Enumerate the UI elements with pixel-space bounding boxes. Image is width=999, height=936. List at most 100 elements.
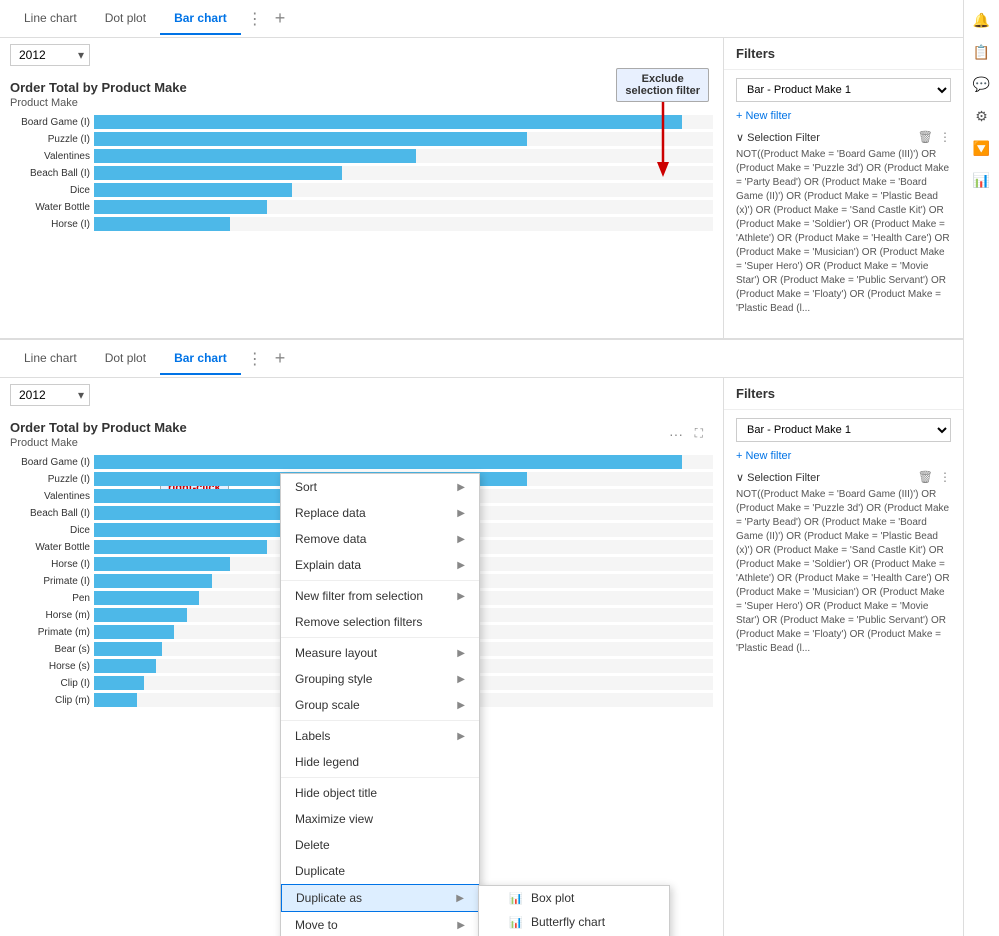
top-year-dropdown[interactable]: 2012 [10,44,90,66]
sidebar-icon-gear[interactable]: ⚙ [970,104,994,128]
sidebar-icon-clipboard[interactable]: 📋 [970,40,994,64]
sub-butterfly-chart[interactable]: 📊 Butterfly chart [479,910,669,934]
bar-label: Clip (m) [10,695,90,706]
bottom-chart-expand[interactable]: ⛶ [695,426,703,441]
context-menu: Sort ▶ Replace data ▶ Remove data ▶ Ex [280,473,480,936]
ctx-duplicate-as[interactable]: Duplicate as ▶ 📊 Box plot 📊 But [281,884,479,912]
tab-bar-chart[interactable]: Bar chart [160,3,241,35]
ctx-delete-label: Delete [295,838,330,852]
bottom-sel-filter-more[interactable]: ⋮ [939,470,951,484]
sub-butterfly-label: Butterfly chart [531,915,605,929]
ctx-duplicate-as-label: Duplicate as [296,891,362,905]
ctx-explain-data-label: Explain data [295,558,361,572]
bottom-tab-bar-chart[interactable]: Bar chart [160,343,241,375]
bar-label: Horse (s) [10,661,90,672]
bar-label: Puzzle (I) [10,474,90,485]
bar-row: Dice [10,183,713,197]
bar-label: Valentines [10,151,90,162]
top-chart-subtitle: Product Make [10,97,713,109]
ctx-move-to[interactable]: Move to ▶ [281,912,479,936]
top-sel-filter-header: ∨ Selection Filter 🗑 ⋮ [736,130,951,144]
ctx-div3 [281,720,479,721]
sub-box-plot[interactable]: 📊 Box plot [479,886,669,910]
top-filter-dropdown-row: Bar - Product Make 1 [736,78,951,102]
bar-row: Valentines [10,149,713,163]
bottom-year-dropdown[interactable]: 2012 [10,384,90,406]
bottom-panels-row: 2012 right-click ··· ⛶ Order Total by Pr… [0,378,963,936]
ctx-labels-arrow: ▶ [457,731,465,742]
tab-add-icon[interactable]: + [271,4,290,33]
ctx-delete[interactable]: Delete [281,832,479,858]
bar-fill [94,115,682,129]
bottom-tab-more-icon[interactable]: ⋮ [243,345,267,373]
ctx-labels-label: Labels [295,729,330,743]
ctx-measure-layout-label: Measure layout [295,646,377,660]
bar-label: Puzzle (I) [10,134,90,145]
top-filters-header: Filters [724,38,963,70]
ctx-hide-obj-title-label: Hide object title [295,786,377,800]
bar-label: Water Bottle [10,542,90,553]
bar-label: Board Game (I) [10,457,90,468]
submenu: 📊 Box plot 📊 Butterfly chart ⊞ Crosstab [478,885,670,936]
tab-more-icon[interactable]: ⋮ [243,5,267,33]
top-sel-filter-more[interactable]: ⋮ [939,130,951,144]
bottom-tab-add-icon[interactable]: + [271,344,290,373]
top-filter-select[interactable]: Bar - Product Make 1 [736,78,951,102]
bottom-sel-filter-trash[interactable]: 🗑 [918,470,933,484]
ctx-grouping-style[interactable]: Grouping style ▶ [281,666,479,692]
ctx-replace-data[interactable]: Replace data ▶ [281,500,479,526]
ctx-hide-obj-title[interactable]: Hide object title [281,780,479,806]
bottom-filters-body: Bar - Product Make 1 + New filter ∨ Sele… [724,410,963,936]
ctx-remove-data[interactable]: Remove data ▶ [281,526,479,552]
top-sel-filter-trash[interactable]: 🗑 [918,130,933,144]
bottom-panel: Line chart Dot plot Bar chart ⋮ + 2012 [0,340,963,936]
bar-label: Dice [10,185,90,196]
ctx-labels[interactable]: Labels ▶ [281,723,479,749]
bar-row: Board Game (I) [10,455,713,469]
bar-track [94,200,713,214]
bar-fill [94,217,230,231]
ctx-hide-legend-label: Hide legend [295,755,359,769]
bottom-tab-dot-plot[interactable]: Dot plot [91,343,160,375]
ctx-div2 [281,637,479,638]
ctx-grouping-style-arrow: ▶ [457,674,465,685]
top-sel-filter-text: NOT((Product Make = 'Board Game (III)') … [736,148,951,316]
ctx-maximize[interactable]: Maximize view [281,806,479,832]
ctx-remove-sel-filters[interactable]: Remove selection filters [281,609,479,635]
bottom-chart-subtitle: Product Make [10,437,713,449]
bar-label: Beach Ball (I) [10,508,90,519]
sidebar-icon-chart[interactable]: 📊 [970,168,994,192]
bar-label: Primate (m) [10,627,90,638]
sub-butterfly-icon: 📊 [507,916,525,929]
top-new-filter-btn[interactable]: + New filter [736,110,951,122]
ctx-group-scale[interactable]: Group scale ▶ [281,692,479,718]
sub-box-plot-icon: 📊 [507,892,525,905]
bottom-tab-line-chart[interactable]: Line chart [10,343,91,375]
sidebar-icon-bell[interactable]: 🔔 [970,8,994,32]
ctx-duplicate-as-arrow: ▶ [456,893,464,904]
sidebar-icon-filter[interactable]: 🔽 [970,136,994,160]
bottom-sel-filter-icons: 🗑 ⋮ [918,470,951,484]
ctx-new-filter[interactable]: New filter from selection ▶ [281,583,479,609]
ctx-duplicate[interactable]: Duplicate [281,858,479,884]
ctx-explain-data[interactable]: Explain data ▶ [281,552,479,578]
bottom-chart-dots[interactable]: ··· [669,426,683,442]
bar-label: Water Bottle [10,202,90,213]
top-chart-container: 2012 ··· ⛶ Order Total by Product Make P… [0,38,723,338]
sidebar-icon-chat[interactable]: 💬 [970,72,994,96]
top-sel-filter-icons: 🗑 ⋮ [918,130,951,144]
ctx-remove-sel-filters-label: Remove selection filters [295,615,422,629]
ctx-measure-layout-arrow: ▶ [457,648,465,659]
bottom-chart-container: 2012 right-click ··· ⛶ Order Total by Pr… [0,378,723,936]
ctx-sort[interactable]: Sort ▶ [281,474,479,500]
tab-line-chart[interactable]: Line chart [10,3,91,35]
ctx-replace-data-arrow: ▶ [457,508,465,519]
ctx-hide-legend[interactable]: Hide legend [281,749,479,775]
ctx-sort-label: Sort [295,480,317,494]
tab-dot-plot[interactable]: Dot plot [91,3,160,35]
ctx-duplicate-label: Duplicate [295,864,345,878]
bottom-filter-select[interactable]: Bar - Product Make 1 [736,418,951,442]
ctx-measure-layout[interactable]: Measure layout ▶ [281,640,479,666]
bottom-new-filter-btn[interactable]: + New filter [736,450,951,462]
bottom-filters-panel: Filters Bar - Product Make 1 + New filte… [723,378,963,936]
